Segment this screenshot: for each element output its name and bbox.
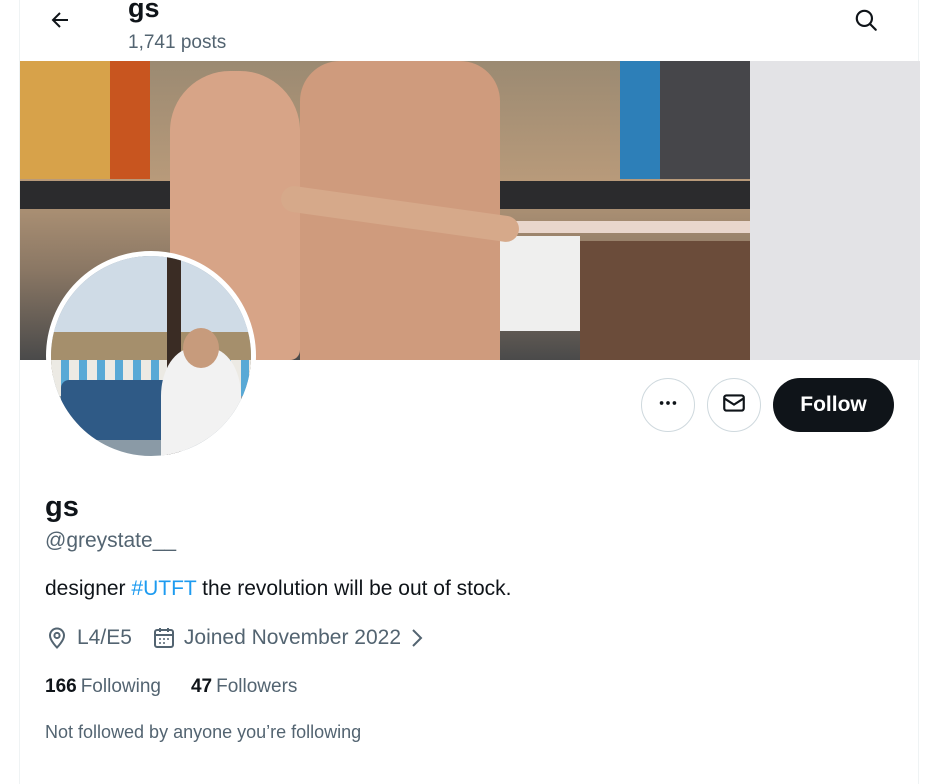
joined-item[interactable]: Joined November 2022 xyxy=(152,626,425,650)
location-item: L4/E5 xyxy=(45,626,132,650)
following-label: Following xyxy=(80,676,161,697)
profile-handle: @greystate__ xyxy=(45,529,177,552)
location-pin-icon xyxy=(45,626,69,650)
follow-button[interactable]: Follow xyxy=(773,378,894,432)
envelope-icon xyxy=(721,390,747,421)
more-horizontal-icon xyxy=(657,392,679,419)
followers-label: Followers xyxy=(216,676,298,697)
profile-column: gs 1,741 posts Follow gs @greystate__ de… xyxy=(19,0,920,784)
header-name: gs xyxy=(128,0,160,23)
profile-display-name: gs xyxy=(45,491,79,523)
following-count: 166 xyxy=(45,676,77,697)
joined-text: Joined November 2022 xyxy=(183,626,402,649)
message-button[interactable] xyxy=(707,378,761,432)
profile-meta: L4/E5 Joined November 2022 xyxy=(45,623,425,653)
more-options-button[interactable] xyxy=(641,378,695,432)
following-link[interactable]: 166 Following xyxy=(45,676,161,698)
search-icon xyxy=(853,7,879,38)
back-button[interactable] xyxy=(42,4,78,40)
arrow-left-icon xyxy=(48,8,72,37)
follow-stats: 166 Following 47 Followers xyxy=(45,676,327,698)
top-header: gs 1,741 posts xyxy=(20,0,920,62)
header-post-count: 1,741 posts xyxy=(128,32,227,53)
followers-count: 47 xyxy=(190,676,213,697)
chevron-right-icon xyxy=(409,627,425,649)
followers-link[interactable]: 47 Followers xyxy=(191,676,297,698)
avatar[interactable] xyxy=(46,251,256,461)
bio-text: designer xyxy=(45,577,132,600)
bio-text-suffix: the revolution will be out of stock. xyxy=(196,577,512,600)
not-followed-notice: Not followed by anyone you’re following xyxy=(45,722,362,742)
bio-hashtag-link[interactable]: #UTFT xyxy=(131,577,196,600)
calendar-icon xyxy=(152,626,176,650)
profile-bio: designer #UTFT the revolution will be ou… xyxy=(45,575,512,603)
location-text: L4/E5 xyxy=(77,626,132,649)
search-button[interactable] xyxy=(848,4,884,40)
